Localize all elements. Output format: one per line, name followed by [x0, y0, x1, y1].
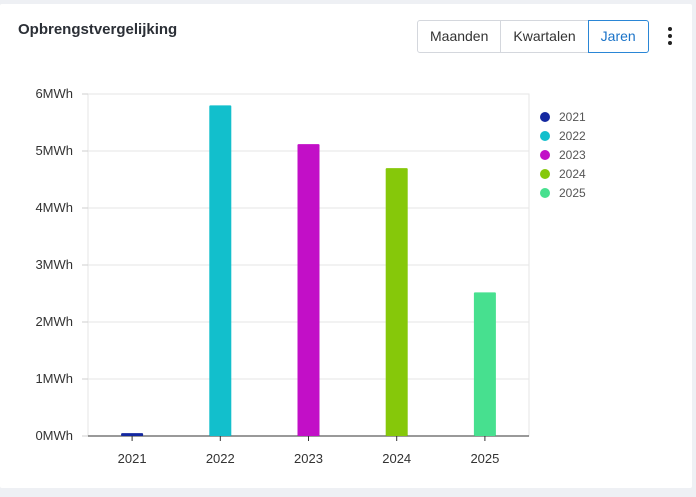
x-tick-label: 2025	[470, 451, 499, 466]
bar-2023	[297, 144, 320, 436]
legend-label-2024: 2024	[559, 167, 586, 181]
y-tick-label: 5MWh	[35, 143, 73, 158]
y-tick-label: 0MWh	[35, 428, 73, 443]
y-tick-label: 1MWh	[35, 371, 73, 386]
legend-marker-2022	[540, 131, 550, 141]
legend-label-2025: 2025	[559, 186, 586, 200]
legend-marker-2024	[540, 169, 550, 179]
yield-bar-chart: 0MWh 1MWh 2MWh 3MWh 4MWh 5MWh 6MWh 2021 2022 2023…	[35, 86, 586, 466]
bar-2025	[473, 292, 496, 436]
y-tick-label: 6MWh	[35, 86, 73, 101]
x-tick-label: 2024	[382, 451, 411, 466]
y-tick-label: 2MWh	[35, 314, 73, 329]
years-button[interactable]: Jaren	[587, 20, 649, 53]
legend-marker-2025	[540, 188, 550, 198]
y-tick-label: 3MWh	[35, 257, 73, 272]
legend-label-2023: 2023	[559, 148, 586, 162]
x-tick-label: 2021	[118, 451, 147, 466]
x-tick-label: 2023	[294, 451, 323, 466]
bar-2021	[121, 433, 144, 436]
bar-2022	[209, 105, 232, 437]
legend-marker-2021	[540, 112, 550, 122]
legend-label-2022: 2022	[559, 129, 586, 143]
x-tick-label: 2022	[206, 451, 235, 466]
legend-marker-2023	[540, 150, 550, 160]
y-tick-label: 4MWh	[35, 200, 73, 215]
bar-2024	[385, 168, 408, 436]
legend-label-2021: 2021	[559, 110, 586, 124]
